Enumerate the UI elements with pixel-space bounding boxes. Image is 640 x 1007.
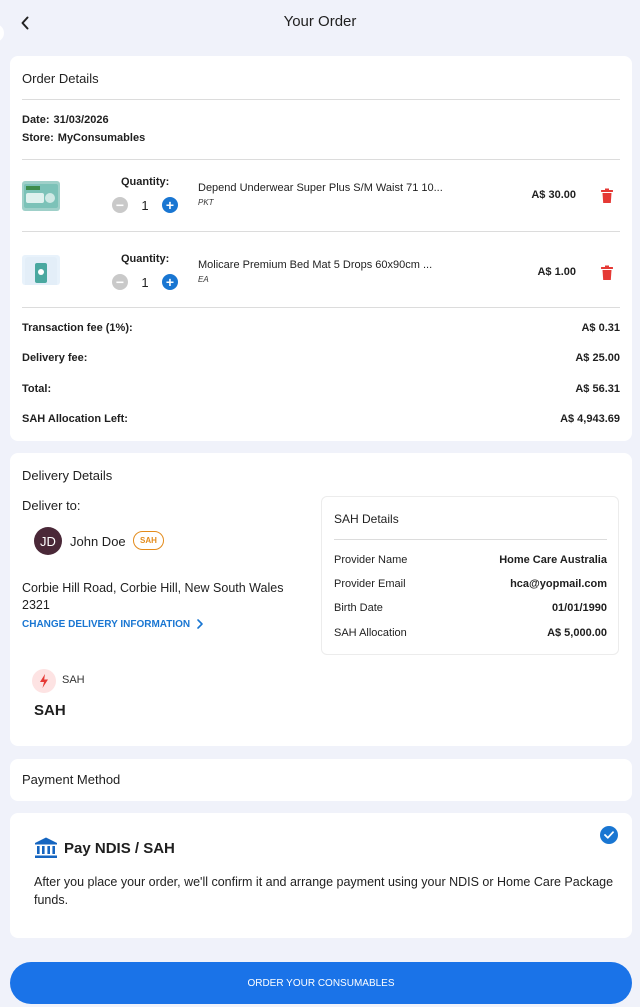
summary-label: Delivery fee: [22,352,88,364]
minus-icon: − [115,274,125,290]
store-value: MyConsumables [57,132,146,144]
provider-name-row: Provider Name Home Care Australia [334,554,607,566]
divider [22,99,620,100]
plus-icon: + [165,197,175,213]
order-consumables-button[interactable]: ORDER YOUR CONSUMABLES [10,962,632,1004]
detail-label: SAH Allocation [334,627,407,639]
user-name: John Doe [70,534,126,549]
detail-value: Home Care Australia [499,554,607,566]
trash-icon [601,188,613,203]
total-row: Total: A$ 56.31 [22,383,620,395]
summary-value: A$ 56.31 [575,383,620,395]
funding-type-label: SAH [62,674,85,686]
payment-method-title: Payment Method [22,772,121,787]
product-price: A$ 30.00 [531,189,576,201]
list-item: Quantity: − 1 + Molicare Premium Bed Mat… [10,237,632,307]
summary-value: A$ 4,943.69 [560,413,620,425]
quantity-stepper: − 1 + [112,273,178,291]
trash-icon [601,265,613,280]
increase-quantity-button[interactable]: + [162,274,178,290]
quantity-label: Quantity: [121,253,170,265]
summary-value: A$ 0.31 [581,322,620,334]
sah-details-panel: SAH Details Provider Name Home Care Austr… [321,496,619,655]
product-unit: EA [198,275,209,284]
detail-value: hca@yopmail.com [510,578,607,590]
product-image [22,181,60,211]
delete-item-button[interactable] [600,188,614,204]
summary-label: Total: [22,383,52,395]
status-badge: SAH [133,531,164,550]
chevron-right-icon [197,619,203,629]
funding-type-value: SAH [34,702,66,719]
delivery-details-card: Delivery Details Deliver to: JD John Doe… [10,453,632,746]
provider-email-row: Provider Email hca@yopmail.com [334,578,607,590]
delete-item-button[interactable] [600,265,614,281]
detail-value: A$ 5,000.00 [547,627,607,639]
divider [334,539,607,540]
product-image [22,255,60,285]
summary-label: SAH Allocation Left: [22,413,128,425]
selected-check-icon[interactable] [600,826,618,844]
summary-value: A$ 25.00 [575,352,620,364]
decrease-quantity-button[interactable]: − [112,197,128,213]
date-label: Date: [22,114,50,126]
order-details-title: Order Details [22,71,99,86]
order-store: Store: MyConsumables [22,132,145,144]
summary-label: Transaction fee (1%): [22,322,133,334]
delivery-address: Corbie Hill Road, Corbie Hill, New South… [22,581,284,612]
birth-date-row: Birth Date 01/01/1990 [334,602,607,614]
decrease-quantity-button[interactable]: − [112,274,128,290]
detail-label: Provider Email [334,578,406,590]
avatar: JD [34,527,62,555]
change-delivery-label: CHANGE DELIVERY INFORMATION [22,618,191,630]
transaction-fee-row: Transaction fee (1%): A$ 0.31 [22,322,620,334]
deliver-to-label: Deliver to: [22,498,81,513]
increase-quantity-button[interactable]: + [162,197,178,213]
payment-option-description: After you place your order, we'll confir… [34,875,614,907]
product-name: Depend Underwear Super Plus S/M Waist 71… [198,182,443,194]
change-delivery-link[interactable]: CHANGE DELIVERY INFORMATION [22,618,206,630]
product-unit: PKT [198,198,214,207]
detail-label: Provider Name [334,554,408,566]
quantity-value: 1 [141,197,149,213]
delivery-fee-row: Delivery fee: A$ 25.00 [22,352,620,364]
payment-method-card: Payment Method [10,759,632,801]
lightning-icon [32,669,56,693]
payment-option-ndis-sah[interactable]: Pay NDIS / SAH After you place your orde… [10,813,632,938]
divider [22,231,620,232]
divider [22,307,620,308]
quantity-label: Quantity: [121,176,170,188]
list-item: Quantity: − 1 + Depend Underwear Super P… [10,160,632,230]
sah-allocation-left-row: SAH Allocation Left: A$ 4,943.69 [22,413,620,425]
store-label: Store: [22,132,54,144]
payment-option-title: Pay NDIS / SAH [64,840,175,857]
page-title: Your Order [283,13,357,30]
product-name: Molicare Premium Bed Mat 5 Drops 60x90cm… [198,259,433,271]
plus-icon: + [165,274,175,290]
sah-details-title: SAH Details [334,512,399,526]
quantity-value: 1 [141,274,149,290]
product-price: A$ 1.00 [537,266,576,278]
detail-value: 01/01/1990 [551,602,607,614]
detail-label: Birth Date [334,602,383,614]
order-date: Date: 31/03/2026 [22,114,109,126]
top-bar: Your Order [0,0,640,46]
sah-allocation-row: SAH Allocation A$ 5,000.00 [334,627,607,639]
order-details-card: Order Details Date: 31/03/2026 Store: MyCo… [10,56,632,441]
minus-icon: − [115,197,125,213]
delivery-details-title: Delivery Details [22,468,113,483]
bank-icon [34,837,58,859]
date-value: 31/03/2026 [53,114,109,126]
quantity-stepper: − 1 + [112,196,178,214]
